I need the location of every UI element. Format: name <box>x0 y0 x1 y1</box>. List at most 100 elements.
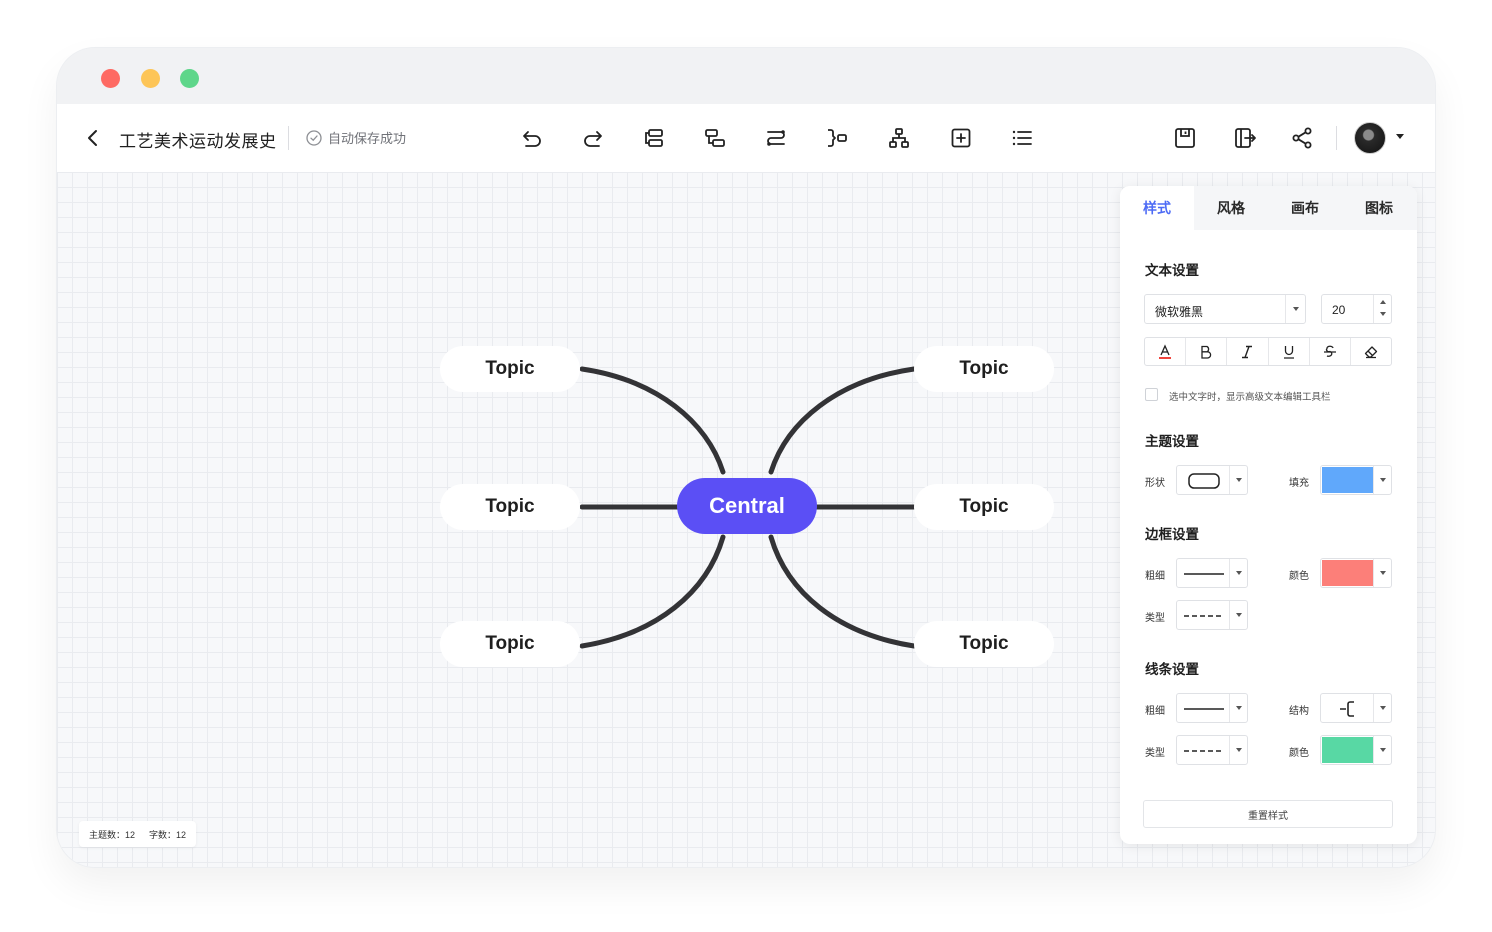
insert-topic-icon <box>951 128 971 148</box>
bold-icon <box>1201 345 1212 359</box>
chevron-down-icon[interactable] <box>1396 134 1404 139</box>
chevron-down-icon <box>1373 466 1391 494</box>
border-color-swatch <box>1322 560 1373 586</box>
shape-label: 形状 <box>1145 478 1165 489</box>
central-topic-node[interactable]: Central <box>677 478 817 534</box>
summary-icon <box>828 129 847 147</box>
chevron-down-icon <box>1229 466 1247 494</box>
topic-node-right-1[interactable]: Topic <box>914 346 1054 392</box>
advanced-toolbar-label: 选中文字时，显示高级文本编辑工具栏 <box>1169 392 1331 403</box>
underline-icon <box>1283 345 1294 359</box>
summary-button[interactable] <box>823 124 851 152</box>
share-icon <box>1292 127 1312 149</box>
chevron-down-icon <box>1229 559 1247 587</box>
save-button[interactable] <box>1171 124 1199 152</box>
minimize-window-button[interactable] <box>141 69 160 88</box>
add-child-icon <box>705 129 725 147</box>
line-color-select[interactable] <box>1320 735 1392 765</box>
solid-line-icon <box>1184 701 1224 717</box>
tab-theme[interactable]: 风格 <box>1194 186 1268 230</box>
font-family-select[interactable]: 微软雅黑 <box>1144 294 1306 324</box>
font-size-stepper[interactable]: 20 <box>1321 294 1392 324</box>
topic-node-left-3[interactable]: Topic <box>440 621 580 667</box>
outline-button[interactable] <box>1008 124 1036 152</box>
connector-left-bottom <box>579 534 726 649</box>
check-circle-icon <box>306 129 322 146</box>
topic-node-right-2[interactable]: Topic <box>914 484 1054 530</box>
maximize-window-button[interactable] <box>180 69 199 88</box>
chevron-down-icon <box>1285 295 1305 323</box>
topic-node-left-2[interactable]: Topic <box>440 484 580 530</box>
toolbar-divider <box>288 126 289 150</box>
font-size-value: 20 <box>1332 303 1346 317</box>
line-settings-title: 线条设置 <box>1145 662 1199 677</box>
stepper-arrows[interactable] <box>1373 295 1391 323</box>
bracket-connector-icon <box>1328 701 1368 717</box>
topic-count: 主题数：12 <box>89 829 136 840</box>
bold-button[interactable] <box>1186 338 1228 365</box>
font-color-icon <box>1159 343 1172 359</box>
topic-node-left-1[interactable]: Topic <box>440 346 580 392</box>
share-button[interactable] <box>1288 124 1316 152</box>
document-title[interactable]: 工艺美术运动发展史 <box>119 127 277 152</box>
border-settings-title: 边框设置 <box>1145 527 1199 542</box>
shape-select[interactable] <box>1176 465 1248 495</box>
topic-node-right-3[interactable]: Topic <box>914 621 1054 667</box>
font-family-value: 微软雅黑 <box>1155 305 1204 319</box>
italic-button[interactable] <box>1227 338 1269 365</box>
tab-style[interactable]: 样式 <box>1120 186 1194 230</box>
border-color-select[interactable] <box>1320 558 1392 588</box>
redo-button[interactable] <box>579 124 607 152</box>
back-arrow-icon[interactable] <box>83 126 103 150</box>
word-count: 字数：12 <box>149 829 187 840</box>
tab-canvas[interactable]: 画布 <box>1268 186 1342 230</box>
increment-icon[interactable] <box>1374 295 1391 309</box>
fill-color-select[interactable] <box>1320 465 1392 495</box>
chevron-down-icon <box>1229 736 1247 764</box>
export-button[interactable] <box>1231 124 1259 152</box>
style-panel: 样式 风格 画布 图标 文本设置 微软雅黑 20 选中文字时，显示高级文本编辑工… <box>1120 186 1417 844</box>
dashed-line-icon <box>1184 608 1224 624</box>
chevron-down-icon <box>1229 694 1247 722</box>
tab-icons[interactable]: 图标 <box>1342 186 1416 230</box>
text-format-bar <box>1144 337 1392 366</box>
text-settings-title: 文本设置 <box>1145 263 1199 278</box>
border-type-select[interactable] <box>1176 600 1248 630</box>
line-type-select[interactable] <box>1176 735 1248 765</box>
strikethrough-button[interactable] <box>1310 338 1351 365</box>
add-sibling-button[interactable] <box>640 124 668 152</box>
clear-format-button[interactable] <box>1351 338 1391 365</box>
add-child-button[interactable] <box>701 124 729 152</box>
line-structure-select[interactable] <box>1320 693 1392 723</box>
undo-icon <box>523 131 541 147</box>
line-weight-label: 粗细 <box>1145 706 1165 717</box>
main-toolbar: 工艺美术运动发展史 自动保存成功 <box>57 104 1435 172</box>
border-weight-select[interactable] <box>1176 558 1248 588</box>
close-window-button[interactable] <box>101 69 120 88</box>
structure-button[interactable] <box>885 124 913 152</box>
topic-settings-title: 主题设置 <box>1145 434 1199 449</box>
export-icon <box>1235 128 1256 148</box>
line-structure-label: 结构 <box>1289 706 1309 717</box>
save-icon <box>1175 128 1195 148</box>
line-weight-select[interactable] <box>1176 693 1248 723</box>
border-color-label: 颜色 <box>1289 571 1309 582</box>
relation-line-button[interactable] <box>762 124 790 152</box>
chevron-down-icon <box>1373 736 1391 764</box>
underline-button[interactable] <box>1269 338 1310 365</box>
border-type-label: 类型 <box>1145 613 1165 624</box>
font-color-button[interactable] <box>1145 338 1187 365</box>
connector-right-top <box>768 366 917 475</box>
title-bar <box>57 48 1435 104</box>
reset-style-button[interactable]: 重置样式 <box>1143 800 1393 828</box>
user-avatar[interactable] <box>1354 122 1386 154</box>
rounded-rect-shape-icon <box>1184 473 1224 489</box>
toolbar-divider-right <box>1336 126 1337 150</box>
insert-topic-button[interactable] <box>947 124 975 152</box>
decrement-icon[interactable] <box>1374 309 1391 323</box>
line-color-swatch <box>1322 737 1373 763</box>
strikethrough-icon <box>1323 345 1336 357</box>
undo-button[interactable] <box>518 124 546 152</box>
advanced-toolbar-checkbox[interactable] <box>1145 388 1158 401</box>
border-weight-label: 粗细 <box>1145 571 1165 582</box>
